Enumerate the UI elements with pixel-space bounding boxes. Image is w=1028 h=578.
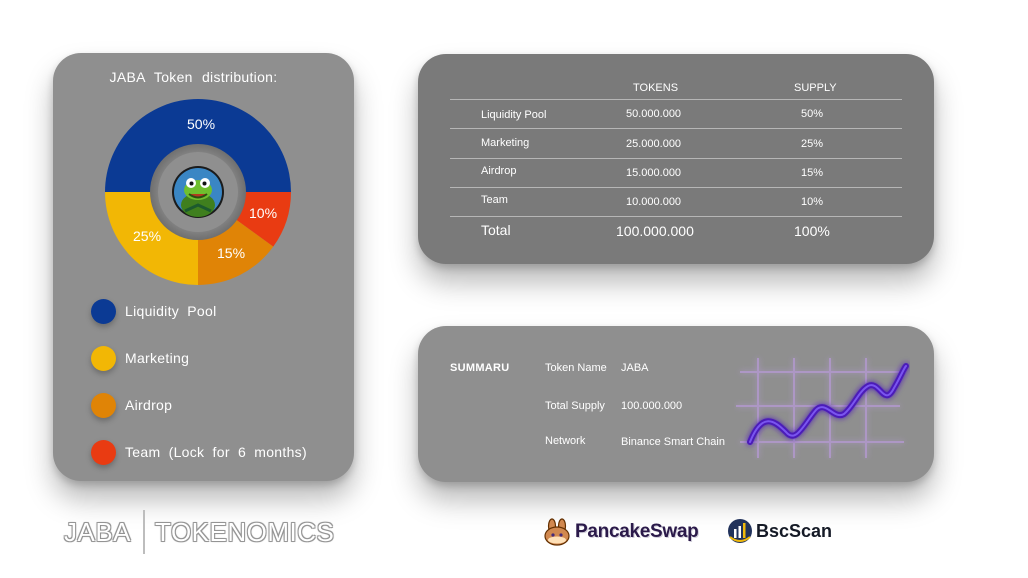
pancakeswap-label: PancakeSwap: [575, 521, 699, 542]
legend-dot-airdrop: [91, 392, 116, 418]
frog-avatar-icon: [172, 166, 224, 218]
slice-label-airdrop: 15%: [217, 245, 246, 261]
legend-dot-team: [91, 439, 116, 465]
slice-label-team: 10%: [249, 205, 278, 221]
row-tokens: 10.000.000: [626, 196, 682, 208]
table-divider: [450, 99, 902, 100]
row-name: Airdrop: [481, 165, 517, 177]
brand-divider: [143, 510, 146, 554]
total-supply-value: 100.000.000: [621, 400, 683, 412]
row-name: Team: [481, 194, 508, 206]
trend-line-icon: [736, 358, 909, 458]
legend-item-marketing: Marketing: [91, 345, 189, 371]
total-name: Total: [481, 222, 511, 238]
row-name: Marketing: [481, 137, 530, 149]
legend-dot-liquidity-pool: [91, 298, 116, 324]
legend-label: Marketing: [125, 350, 190, 366]
summary-card: SUMMARU Token Name JABA Total Supply 100…: [418, 326, 934, 482]
header-tokens: TOKENS: [633, 82, 679, 94]
legend-item-airdrop: Airdrop: [91, 392, 172, 418]
legend-item-team: Team (Lock for 6 months): [91, 439, 307, 465]
summary-title: SUMMARU: [450, 362, 510, 374]
slice-label-marketing: 25%: [133, 228, 162, 244]
network-key: Network: [545, 435, 586, 447]
total-supply-key: Total Supply: [545, 400, 605, 412]
slice-label-liquidity: 50%: [187, 116, 216, 132]
pancakeswap-logo[interactable]: PancakeSwap: [543, 518, 699, 546]
bunny-icon: [544, 518, 570, 546]
tokenomics-brand: JABA TOKENOMICS: [64, 510, 334, 554]
legend-label: Airdrop: [125, 397, 173, 413]
brand-left: JABA: [64, 516, 132, 547]
bscscan-logo[interactable]: BscScan: [727, 518, 832, 544]
row-supply: 15%: [801, 167, 824, 179]
bscscan-label: BscScan: [756, 520, 833, 541]
brand-right: TOKENOMICS: [155, 516, 335, 547]
distribution-title: JABA Token distribution:: [109, 69, 278, 85]
table-divider: [450, 216, 902, 217]
row-tokens: 50.000.000: [626, 108, 682, 120]
table-divider: [450, 187, 902, 188]
legend-dot-marketing: [91, 345, 116, 371]
row-supply: 10%: [801, 196, 824, 208]
token-name-key: Token Name: [545, 362, 607, 374]
row-tokens: 15.000.000: [626, 167, 682, 179]
legend-label: Liquidity Pool: [125, 303, 217, 319]
token-table-card: TOKENS SUPPLY Liquidity Pool 50.000.000 …: [418, 54, 934, 264]
row-tokens: 25.000.000: [626, 138, 682, 150]
legend-item-liquidity-pool: Liquidity Pool: [91, 298, 216, 324]
row-supply: 50%: [801, 108, 824, 120]
table-divider: [450, 158, 902, 159]
bscscan-logo-icon: [728, 519, 752, 543]
total-tokens: 100.000.000: [616, 223, 694, 239]
network-value: Binance Smart Chain: [621, 436, 725, 448]
row-name: Liquidity Pool: [481, 109, 547, 121]
header-supply: SUPPLY: [794, 82, 837, 94]
table-divider: [450, 128, 902, 129]
token-name-value: JABA: [621, 362, 649, 374]
total-supply: 100%: [794, 223, 830, 239]
distribution-card: JABA Token distribution: 50% 10% 15% 25%: [53, 53, 354, 481]
legend-label: Team (Lock for 6 months): [125, 444, 307, 460]
row-supply: 25%: [801, 138, 824, 150]
